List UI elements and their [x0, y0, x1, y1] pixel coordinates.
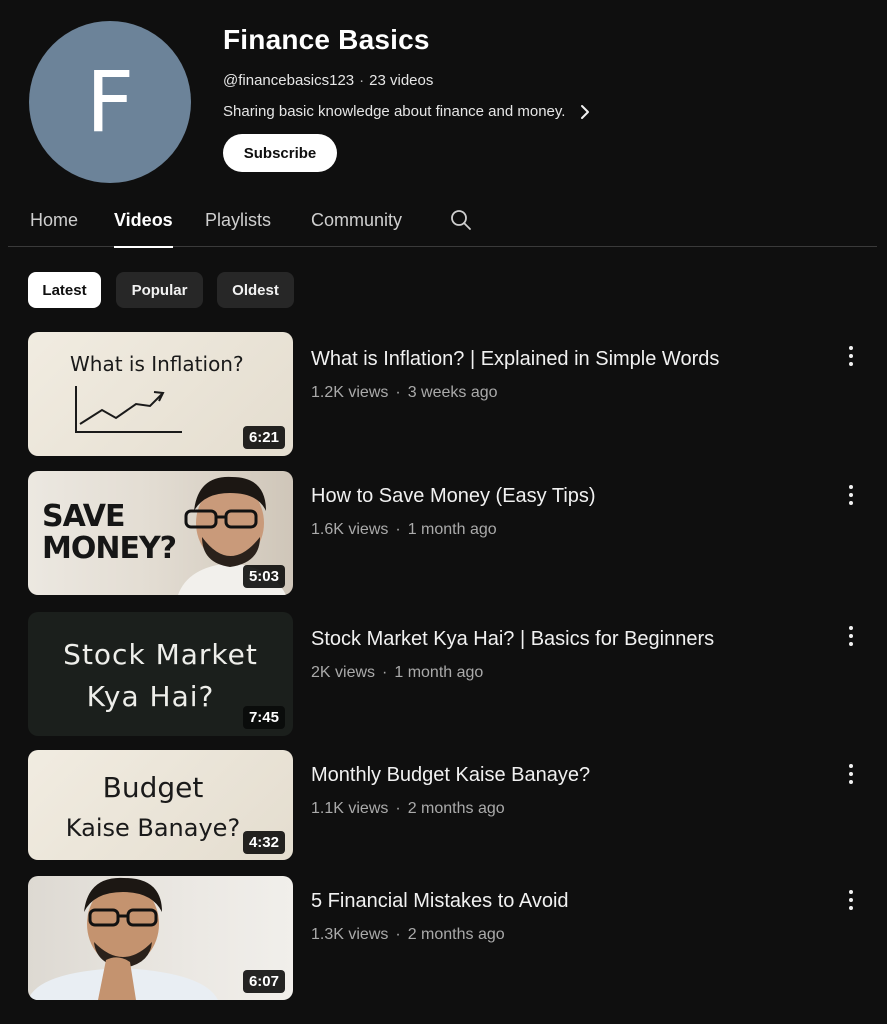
channel-info: Finance Basics @financebasics123 · 23 vide…	[223, 24, 591, 172]
video-thumbnail[interactable]: 6:07	[28, 876, 293, 1000]
video-views: 1.2K views	[311, 384, 389, 401]
more-vertical-icon[interactable]	[843, 344, 859, 370]
video-views: 1.1K views	[311, 800, 389, 817]
person-photo	[28, 877, 218, 1000]
more-vertical-icon[interactable]	[843, 762, 859, 788]
thumbnail-text-line: SAVE	[42, 499, 126, 534]
video-views: 1.6K views	[311, 521, 389, 538]
channel-video-count: 23 videos	[369, 72, 434, 89]
video-age: 3 weeks ago	[407, 384, 498, 401]
line-graph-drawing	[75, 386, 182, 433]
channel-handle[interactable]: @financebasics123	[223, 72, 354, 89]
video-meta: 1.2K views · 3 weeks ago	[311, 384, 498, 401]
video-thumbnail[interactable]: Budget Kaise Banaye? 4:32	[28, 750, 293, 860]
video-meta: 1.1K views · 2 months ago	[311, 800, 505, 817]
video-views: 1.3K views	[311, 926, 389, 943]
thumbnail-text: Budget Kaise Banaye?	[28, 768, 278, 848]
video-thumbnail[interactable]: SAVE MONEY? 5:03	[28, 471, 293, 595]
video-duration: 5:03	[242, 565, 285, 588]
video-item[interactable]: 6:07 5 Financial Mistakes to Avoid 1.3K …	[28, 876, 878, 1000]
video-age: 1 month ago	[394, 664, 484, 681]
channel-description-text: Sharing basic knowledge about finance an…	[223, 103, 566, 120]
more-vertical-icon[interactable]	[843, 888, 859, 914]
video-item[interactable]: Budget Kaise Banaye? 4:32 Monthly Budget…	[28, 750, 878, 874]
video-age: 2 months ago	[407, 800, 505, 817]
search-icon[interactable]	[450, 209, 472, 236]
thumbnail-text-line: Kaise Banaye?	[65, 814, 241, 842]
video-views: 2K views	[311, 664, 376, 681]
tab-community[interactable]: Community	[311, 200, 402, 247]
channel-avatar[interactable]: F	[29, 21, 191, 183]
video-item[interactable]: SAVE MONEY? 5:03 How to Save Money (Easy…	[28, 471, 878, 595]
video-duration: 6:07	[242, 970, 285, 993]
thumbnail-text-line: MONEY?	[42, 531, 177, 566]
thumbnail-text: SAVE MONEY?	[42, 499, 177, 566]
video-age: 1 month ago	[407, 521, 497, 538]
more-vertical-icon[interactable]	[843, 624, 859, 650]
tab-playlists[interactable]: Playlists	[205, 200, 271, 247]
more-vertical-icon[interactable]	[843, 483, 859, 509]
video-meta: 1.3K views · 2 months ago	[311, 926, 505, 943]
filter-chip-latest[interactable]: Latest	[28, 272, 101, 308]
tab-home[interactable]: Home	[30, 200, 78, 247]
thumbnail-text-line: Budget	[102, 771, 204, 804]
video-item[interactable]: Stock Market Kya Hai? 7:45 Stock Market …	[28, 612, 878, 736]
avatar-letter: F	[85, 53, 135, 151]
video-item[interactable]: What is Inflation? 6:21 What is Inflatio…	[28, 332, 878, 456]
video-thumbnail[interactable]: Stock Market Kya Hai? 7:45	[28, 612, 293, 736]
video-thumbnail[interactable]: What is Inflation? 6:21	[28, 332, 293, 456]
filter-chip-oldest[interactable]: Oldest	[217, 272, 294, 308]
video-duration: 7:45	[242, 706, 285, 729]
video-age: 2 months ago	[407, 926, 505, 943]
channel-description[interactable]: Sharing basic knowledge about finance an…	[223, 103, 591, 120]
channel-tabs: Home Videos Playlists Community	[8, 200, 877, 248]
tab-videos[interactable]: Videos	[114, 200, 173, 248]
video-title[interactable]: How to Save Money (Easy Tips)	[311, 485, 596, 508]
video-title[interactable]: Monthly Budget Kaise Banaye?	[311, 764, 590, 787]
thumbnail-text-line: Stock Market	[63, 638, 258, 671]
video-title[interactable]: What is Inflation? | Explained in Simple…	[311, 348, 719, 371]
video-duration: 4:32	[242, 831, 285, 854]
chevron-right-icon[interactable]	[579, 104, 591, 120]
subscribe-button[interactable]: Subscribe	[223, 134, 337, 172]
filter-chip-popular[interactable]: Popular	[116, 272, 203, 308]
video-title[interactable]: Stock Market Kya Hai? | Basics for Begin…	[311, 628, 714, 651]
channel-meta: @financebasics123 · 23 videos	[223, 72, 434, 89]
video-duration: 6:21	[242, 426, 285, 449]
video-meta: 2K views · 1 month ago	[311, 664, 484, 681]
channel-name: Finance Basics	[223, 24, 430, 55]
thumbnail-text: What is Inflation?	[70, 352, 244, 376]
video-title[interactable]: 5 Financial Mistakes to Avoid	[311, 890, 569, 913]
video-meta: 1.6K views · 1 month ago	[311, 521, 497, 538]
